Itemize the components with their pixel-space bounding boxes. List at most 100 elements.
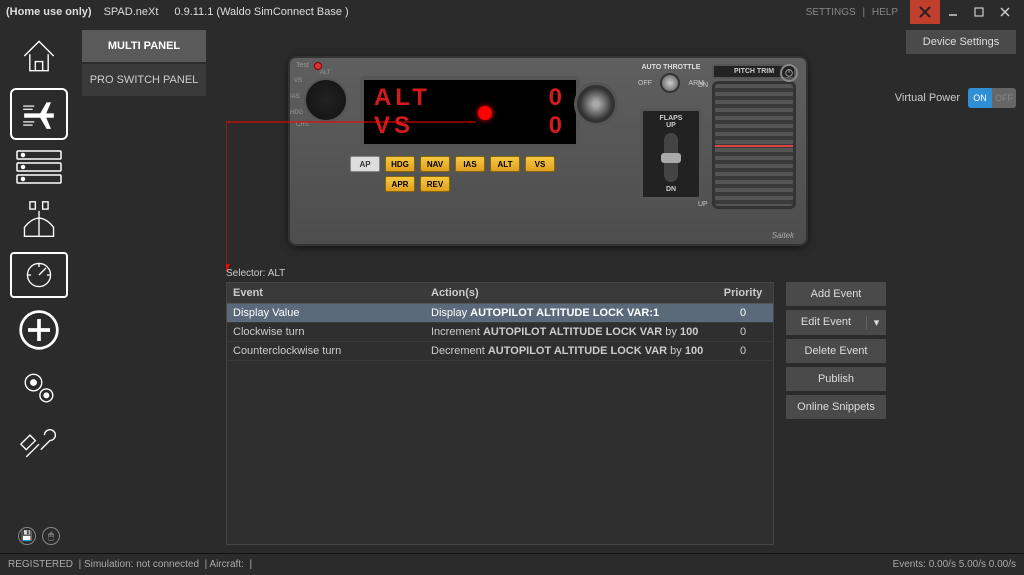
cell-priority: 0 xyxy=(713,304,773,322)
home-icon[interactable] xyxy=(10,30,68,82)
nav-button[interactable]: NAV xyxy=(420,156,450,172)
device-settings-button[interactable]: Device Settings xyxy=(906,30,1016,54)
cell-action: Decrement AUTOPILOT ALTITUDE LOCK VAR by… xyxy=(425,342,713,360)
cell-priority: 0 xyxy=(713,342,773,360)
pitch-dn-label: DN xyxy=(698,82,708,89)
sel-ias: IAS xyxy=(290,94,300,100)
apr-button[interactable]: APR xyxy=(385,176,415,192)
vp-off: OFF xyxy=(992,88,1016,108)
rev-button[interactable]: REV xyxy=(420,176,450,192)
tab-multi-panel[interactable]: MULTI PANEL xyxy=(82,30,206,62)
status-bar: REGISTERED | Simulation: not connected |… xyxy=(0,553,1024,575)
events-rate: Events: 0.00/s 5.00/s 0.00/s xyxy=(893,559,1016,570)
pitch-trim-wheel[interactable] xyxy=(712,81,796,209)
cell-action: Increment AUTOPILOT ALTITUDE LOCK VAR by… xyxy=(425,323,713,341)
sel-vs: VS xyxy=(294,78,302,84)
edit-event-button[interactable]: Edit Event ▾ xyxy=(786,310,886,335)
col-priority[interactable]: Priority xyxy=(713,283,773,303)
version-profile: 0.9.11.1 (Waldo SimConnect Base ) xyxy=(174,6,348,18)
publish-button[interactable]: Publish xyxy=(786,367,886,391)
vs-button[interactable]: VS xyxy=(525,156,555,172)
tab-pro-switch-panel[interactable]: PRO SWITCH PANEL xyxy=(82,64,206,96)
tools-icon[interactable] xyxy=(10,420,68,472)
aircraft-icon[interactable] xyxy=(10,88,68,140)
mode-selector-knob[interactable]: ALT VS IAS HDG CRS xyxy=(304,78,348,122)
pitch-up-label: UP xyxy=(698,201,708,208)
chevron-down-icon[interactable]: ▾ xyxy=(866,316,886,329)
table-row[interactable]: Counterclockwise turnDecrement AUTOPILOT… xyxy=(227,342,773,361)
selector-label: Selector: ALT xyxy=(226,268,285,279)
table-row[interactable]: Display ValueDisplay AUTOPILOT ALTITUDE … xyxy=(227,304,773,323)
hdg-button[interactable]: HDG xyxy=(385,156,415,172)
auto-throttle-label: AUTO THROTTLE xyxy=(638,64,704,71)
flaps-up-label: UP xyxy=(666,122,676,129)
button-row-1: AP HDG NAV IAS ALT VS xyxy=(350,156,555,172)
status-led-icon xyxy=(314,62,322,70)
auto-throttle: AUTO THROTTLE OFF ARM xyxy=(638,64,704,93)
cockpit-icon[interactable] xyxy=(10,194,68,246)
minimize-button[interactable] xyxy=(940,0,966,24)
at-off-label: OFF xyxy=(638,80,652,87)
value-knob[interactable] xyxy=(574,82,618,126)
close-button[interactable] xyxy=(992,0,1018,24)
cell-event: Display Value xyxy=(227,304,425,322)
lcd-r2-left: VS xyxy=(374,112,414,140)
flaps-label: FLAPS xyxy=(660,115,683,122)
radio-panels-icon[interactable] xyxy=(10,146,68,188)
flaps-switch[interactable]: FLAPS UP DN xyxy=(640,108,702,200)
lcd-r2-right: 0 xyxy=(549,112,566,140)
event-actions: Add Event Edit Event ▾ Delete Event Publ… xyxy=(786,282,886,419)
flaps-dn-label: DN xyxy=(666,186,676,193)
app-close-icon[interactable] xyxy=(910,0,940,24)
events-grid: Event Action(s) Priority Display ValueDi… xyxy=(226,282,774,545)
virtual-power-label: Virtual Power xyxy=(895,92,960,104)
pitch-trim: PITCH TRIM DN UP xyxy=(712,64,796,212)
lcd-r1-left: ALT xyxy=(374,84,431,112)
table-row[interactable]: Clockwise turnIncrement AUTOPILOT ALTITU… xyxy=(227,323,773,342)
add-event-button[interactable]: Add Event xyxy=(786,282,886,306)
title-bar: (Home use only) SPAD.neXt 0.9.11.1 (Wald… xyxy=(0,0,1024,24)
lcd-display[interactable]: ALT 0 VS 0 xyxy=(360,76,580,148)
ap-button[interactable]: AP xyxy=(350,156,380,172)
add-device-icon[interactable] xyxy=(10,304,68,356)
brand-label: Saitek xyxy=(772,231,794,240)
button-row-2: APR REV xyxy=(385,176,450,192)
mouse-icon[interactable]: 🖱 xyxy=(42,527,60,545)
col-action[interactable]: Action(s) xyxy=(425,283,713,303)
license-label: (Home use only) xyxy=(6,6,92,18)
sel-hdg: HDG xyxy=(290,110,303,116)
aircraft-status: | Aircraft: xyxy=(205,559,244,570)
panel-tabs: MULTI PANEL PRO SWITCH PANEL xyxy=(82,30,206,96)
settings-link[interactable]: SETTINGS xyxy=(806,7,856,18)
sel-alt: ALT xyxy=(320,70,331,76)
alt-button[interactable]: ALT xyxy=(490,156,520,172)
sim-status: | Simulation: not connected xyxy=(79,559,199,570)
cell-event: Counterclockwise turn xyxy=(227,342,425,360)
sel-crs: CRS xyxy=(296,122,309,128)
device-multi-panel: Test ALT VS IAS HDG CRS ALT 0 VS 0 AP HDG … xyxy=(288,56,808,246)
power-icon[interactable] xyxy=(780,64,798,82)
cell-event: Clockwise turn xyxy=(227,323,425,341)
lcd-r1-right: 0 xyxy=(549,84,566,112)
settings-gears-icon[interactable] xyxy=(10,362,68,414)
save-icon[interactable]: 💾 xyxy=(18,527,36,545)
edit-event-label: Edit Event xyxy=(786,316,866,329)
app-name: SPAD.neXt xyxy=(104,6,159,18)
test-label: Test xyxy=(296,62,309,69)
selection-dot-icon xyxy=(478,106,492,120)
gauge-icon[interactable] xyxy=(10,252,68,298)
ias-button[interactable]: IAS xyxy=(455,156,485,172)
auto-throttle-switch[interactable] xyxy=(660,73,680,93)
virtual-power-toggle[interactable]: ON OFF xyxy=(968,88,1016,108)
delete-event-button[interactable]: Delete Event xyxy=(786,339,886,363)
maximize-button[interactable] xyxy=(966,0,992,24)
cell-priority: 0 xyxy=(713,323,773,341)
col-event[interactable]: Event xyxy=(227,283,425,303)
grid-header: Event Action(s) Priority xyxy=(227,283,773,304)
settings-help-links: SETTINGS | HELP xyxy=(802,7,902,18)
vp-on: ON xyxy=(968,88,992,108)
left-sidebar: 💾 🖱 xyxy=(0,24,78,551)
help-link[interactable]: HELP xyxy=(872,7,898,18)
pipe: | xyxy=(249,559,252,570)
online-snippets-button[interactable]: Online Snippets xyxy=(786,395,886,419)
